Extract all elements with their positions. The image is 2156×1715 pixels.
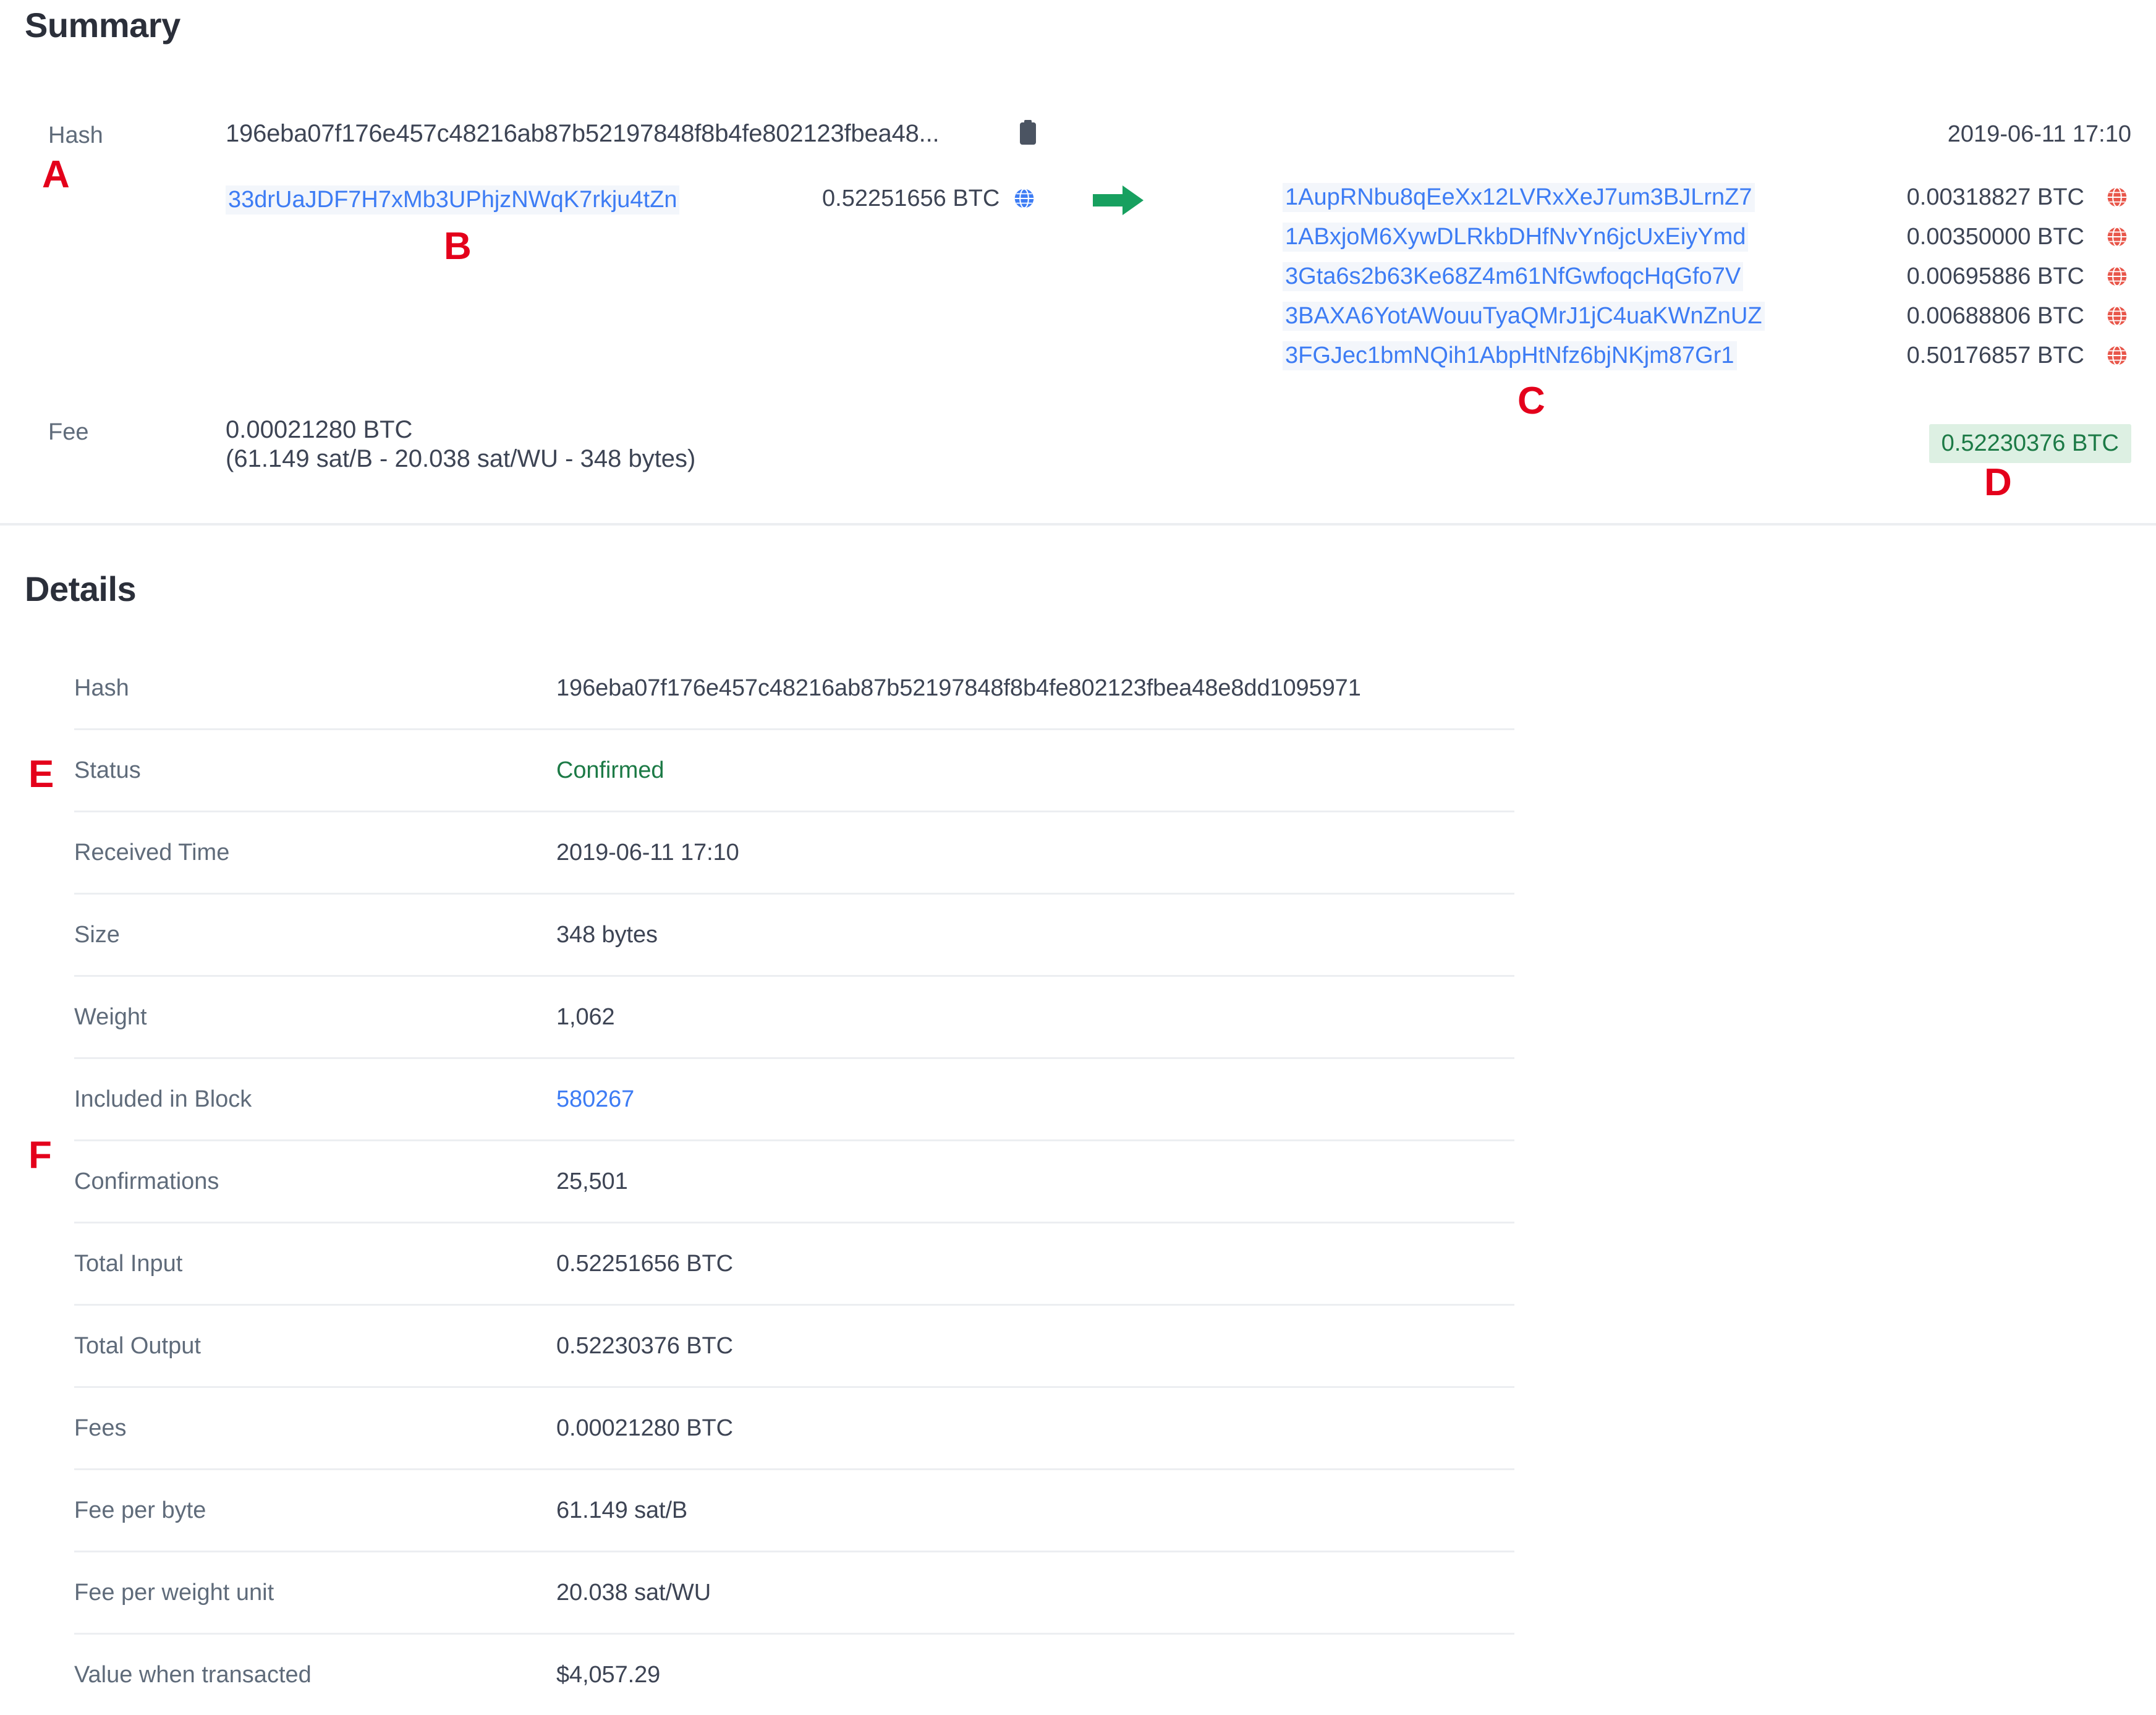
details-row-hash: Hash 196eba07f176e457c48216ab87b52197848… — [74, 648, 1514, 730]
summary-hash-value: 196eba07f176e457c48216ab87b52197848f8b4f… — [226, 120, 940, 147]
row-value: 348 bytes — [556, 921, 658, 948]
details-row-fees: Fees 0.00021280 BTC — [74, 1388, 1514, 1470]
output-row: 1ABxjoM6XywDLRkbDHfNvYn6jcUxEiyYmd 0.003… — [1283, 223, 2133, 262]
output-address-link[interactable]: 3Gta6s2b63Ke68Z4m61NfGwfoqcHqGfo7V — [1283, 262, 1744, 291]
block-height-link[interactable]: 580267 — [556, 1086, 634, 1113]
annotation-label-b: B — [444, 225, 472, 268]
row-value: 0.52251656 BTC — [556, 1250, 733, 1277]
details-row-total-output: Total Output 0.52230376 BTC — [74, 1306, 1514, 1388]
row-value: 25,501 — [556, 1168, 628, 1194]
row-value: 1,062 — [556, 1003, 615, 1030]
red-globe-icon[interactable] — [2107, 305, 2128, 330]
input-amount-value: 0.52251656 BTC — [822, 185, 1000, 211]
output-amount: 0.00318827 BTC — [1906, 184, 2084, 210]
row-label: Fees — [74, 1415, 127, 1441]
row-value: 0.00021280 BTC — [556, 1415, 733, 1441]
summary-hash-label: Hash — [48, 122, 103, 148]
details-row-included-in-block: Included in Block 580267 — [74, 1059, 1514, 1141]
output-row: 3Gta6s2b63Ke68Z4m61NfGwfoqcHqGfo7V 0.006… — [1283, 262, 2133, 302]
output-address-link[interactable]: 3BAXA6YotAWouuTyaQMrJ1jC4uaKWnZnUZ — [1283, 302, 1765, 331]
row-label: Received Time — [74, 839, 230, 866]
details-table: Hash 196eba07f176e457c48216ab87b52197848… — [74, 648, 1514, 1715]
output-amount: 0.00695886 BTC — [1906, 263, 2084, 289]
row-label: Weight — [74, 1003, 147, 1030]
input-address-link[interactable]: 33drUaJDF7H7xMb3UPhjzNWqK7rkju4tZn — [226, 185, 680, 215]
output-row: 3BAXA6YotAWouuTyaQMrJ1jC4uaKWnZnUZ 0.006… — [1283, 302, 2133, 341]
output-address-link[interactable]: 1AupRNbu8qEeXx12LVRxXeJ7um3BJLrnZ7 — [1283, 183, 1755, 212]
summary-timestamp: 2019-06-11 17:10 — [1947, 121, 2131, 147]
annotation-label-c: C — [1517, 380, 1545, 422]
row-value: 2019-06-11 17:10 — [556, 839, 739, 866]
row-value: 20.038 sat/WU — [556, 1579, 711, 1606]
fee-amount: 0.00021280 BTC — [226, 416, 413, 443]
red-globe-icon[interactable] — [2107, 226, 2128, 250]
clipboard-icon[interactable] — [1017, 120, 1038, 146]
row-label: Fee per byte — [74, 1497, 206, 1523]
red-globe-icon[interactable] — [2107, 266, 2128, 290]
output-row: 1AupRNbu8qEeXx12LVRxXeJ7um3BJLrnZ7 0.003… — [1283, 183, 2133, 223]
row-label: Fee per weight unit — [74, 1579, 274, 1606]
blue-globe-icon[interactable] — [1014, 188, 1035, 215]
row-label: Value when transacted — [74, 1661, 312, 1688]
details-row-total-input: Total Input 0.52251656 BTC — [74, 1223, 1514, 1306]
red-globe-icon[interactable] — [2107, 187, 2128, 211]
row-value: 0.52230376 BTC — [556, 1332, 733, 1359]
annotation-label-f: F — [28, 1134, 52, 1177]
row-label: Size — [74, 921, 120, 948]
fee-detail: (61.149 sat/B - 20.038 sat/WU - 348 byte… — [226, 445, 696, 473]
output-address-link[interactable]: 1ABxjoM6XywDLRkbDHfNvYn6jcUxEiyYmd — [1283, 223, 1749, 252]
fee-label: Fee — [48, 419, 89, 445]
output-amount: 0.00350000 BTC — [1906, 224, 2084, 250]
row-label: Status — [74, 757, 141, 783]
row-label: Confirmations — [74, 1168, 219, 1194]
input-amount-group: 0.52251656 BTC — [822, 185, 1035, 215]
row-label: Total Output — [74, 1332, 201, 1359]
total-output-badge: 0.52230376 BTC — [1929, 424, 2131, 463]
output-amount: 0.50176857 BTC — [1906, 343, 2084, 368]
details-row-value-when-transacted: Value when transacted $4,057.29 — [74, 1635, 1514, 1715]
row-value: $4,057.29 — [556, 1661, 661, 1688]
row-label: Included in Block — [74, 1086, 252, 1112]
green-right-arrow-icon — [1093, 183, 1145, 221]
output-address-link[interactable]: 3FGJec1bmNQih1AbpHtNfz6bjNKjm87Gr1 — [1283, 341, 1737, 370]
details-row-weight: Weight 1,062 — [74, 977, 1514, 1059]
output-amount: 0.00688806 BTC — [1906, 303, 2084, 329]
details-row-received-time: Received Time 2019-06-11 17:10 — [74, 812, 1514, 895]
details-row-fee-per-weight-unit: Fee per weight unit 20.038 sat/WU — [74, 1552, 1514, 1635]
details-row-confirmations: Confirmations 25,501 — [74, 1141, 1514, 1223]
row-label: Total Input — [74, 1250, 183, 1277]
details-row-fee-per-byte: Fee per byte 61.149 sat/B — [74, 1470, 1514, 1552]
row-label: Hash — [74, 675, 129, 701]
details-row-status: Status Confirmed — [74, 730, 1514, 812]
summary-divider — [0, 523, 2156, 526]
outputs-list: 1AupRNbu8qEeXx12LVRxXeJ7um3BJLrnZ7 0.003… — [1283, 183, 2133, 381]
output-row: 3FGJec1bmNQih1AbpHtNfz6bjNKjm87Gr1 0.501… — [1283, 341, 2133, 381]
fee-value-block: 0.00021280 BTC (61.149 sat/B - 20.038 sa… — [226, 415, 695, 474]
annotation-label-d: D — [1984, 461, 2012, 504]
summary-heading: Summary — [25, 6, 180, 45]
annotation-label-a: A — [42, 153, 70, 196]
red-globe-icon[interactable] — [2107, 345, 2128, 369]
details-heading: Details — [25, 569, 137, 608]
annotation-label-e: E — [28, 753, 54, 796]
row-value: 61.149 sat/B — [556, 1497, 688, 1523]
details-row-size: Size 348 bytes — [74, 895, 1514, 977]
row-value: 196eba07f176e457c48216ab87b52197848f8b4f… — [556, 675, 1361, 701]
status-badge: Confirmed — [556, 757, 664, 783]
